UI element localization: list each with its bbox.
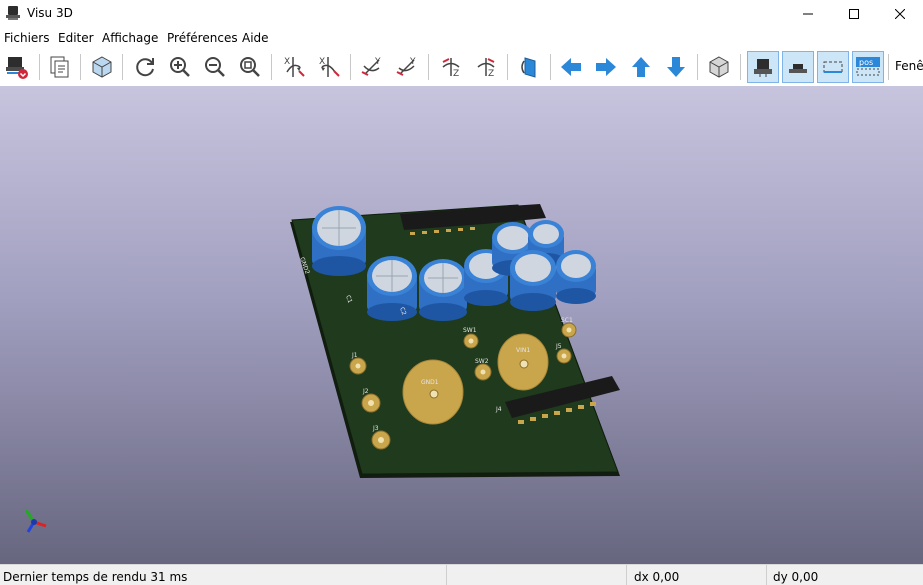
rotate-z-ccw-button[interactable]: Z	[470, 51, 502, 83]
show-smd-icon	[789, 64, 807, 73]
svg-text:X: X	[319, 57, 325, 67]
silk-j1: J1	[351, 352, 358, 359]
dy-status: dy 0,00	[773, 570, 819, 584]
pan-right-button[interactable]	[590, 51, 622, 83]
dx-status: dx 0,00	[634, 570, 680, 584]
copy-image-button[interactable]	[44, 51, 76, 83]
rotate-z-cw-button[interactable]: Z	[435, 51, 467, 83]
silk-gnd1: GND1	[421, 379, 439, 386]
pan-left-button[interactable]	[555, 51, 587, 83]
pcb-3d-render: J1 J2 J3 J4 GND1 VIN1 SW1 SW2 SC1 GND2 C…	[24, 204, 620, 533]
close-button[interactable]	[877, 0, 923, 28]
zoom-out-icon	[205, 57, 225, 77]
silk-sw2: SW2	[475, 358, 489, 365]
axis-gizmo	[24, 509, 47, 533]
svg-text:pos: pos	[859, 58, 873, 67]
silk-vin1: VIN1	[516, 347, 530, 354]
capacitor-c7	[510, 250, 556, 311]
rotate-y-cw-icon: Y	[361, 57, 381, 76]
svg-text:Y: Y	[374, 57, 381, 67]
svg-text:Y: Y	[409, 57, 416, 67]
raytracing-icon	[92, 56, 112, 78]
svg-text:Z: Z	[453, 69, 459, 79]
show-tht-icon	[754, 59, 772, 77]
rotate-x-ccw-button[interactable]: X	[313, 51, 345, 83]
rotate-y-cw-button[interactable]: Y	[356, 51, 388, 83]
show-virtual-button[interactable]	[817, 51, 849, 83]
maximize-button[interactable]	[831, 0, 877, 28]
show-pos-icon: pos	[856, 57, 880, 76]
status-bar: Dernier temps de rendu 31 ms dx 0,00 dy …	[0, 564, 923, 585]
pan-down-icon	[667, 57, 685, 77]
svg-text:Z: Z	[488, 69, 494, 79]
refresh-button[interactable]	[129, 51, 161, 83]
rotate-x-ccw-icon: X	[319, 57, 340, 77]
window-toolbar-label[interactable]: Fenêt	[895, 59, 923, 73]
show-smd-button[interactable]	[782, 51, 814, 83]
show-virtual-icon	[823, 61, 843, 73]
zoom-fit-button[interactable]	[234, 51, 266, 83]
toolbar: X X Y Y Z Z pos Fenê	[0, 48, 923, 87]
rotate-y-ccw-button[interactable]: Y	[391, 51, 423, 83]
zoom-fit-icon	[240, 57, 260, 77]
capacitor-c1	[312, 206, 366, 276]
pan-right-icon	[596, 58, 616, 76]
3d-viewport[interactable]: J1 J2 J3 J4 GND1 VIN1 SW1 SW2 SC1 GND2 C…	[0, 86, 923, 564]
silk-j3: J3	[372, 425, 379, 432]
orthographic-button[interactable]	[703, 51, 735, 83]
show-tht-button[interactable]	[747, 51, 779, 83]
render-time-status: Dernier temps de rendu 31 ms	[3, 570, 188, 584]
app-icon	[6, 6, 20, 20]
pan-up-button[interactable]	[625, 51, 657, 83]
menu-editer[interactable]: Editer	[58, 31, 94, 45]
zoom-in-icon	[170, 57, 190, 77]
menu-fichiers[interactable]: Fichiers	[4, 31, 49, 45]
minimize-button[interactable]	[785, 0, 831, 28]
menu-bar: Fichiers Editer Affichage Préférences Ai…	[0, 28, 923, 48]
silk-j2: J2	[362, 388, 369, 395]
pan-up-icon	[632, 57, 650, 77]
svg-text:X: X	[284, 57, 290, 67]
pad-vin1	[497, 333, 549, 391]
flip-board-button[interactable]	[513, 51, 545, 83]
capacitor-c2	[367, 256, 417, 321]
rotate-z-cw-icon: Z	[442, 58, 460, 79]
rotate-x-cw-button[interactable]: X	[278, 51, 310, 83]
show-pos-button[interactable]: pos	[852, 51, 884, 83]
title-bar: Visu 3D	[0, 0, 923, 28]
flip-board-icon	[521, 57, 536, 78]
refresh-icon	[136, 58, 154, 77]
pad-gnd1	[402, 359, 464, 425]
capacitor-c8	[556, 250, 596, 304]
silk-j5: J5	[555, 343, 562, 350]
menu-affichage[interactable]: Affichage	[102, 31, 158, 45]
pan-down-button[interactable]	[660, 51, 692, 83]
capacitor-c3	[419, 259, 467, 321]
reload-board-icon	[6, 57, 28, 79]
window-title: Visu 3D	[27, 6, 73, 20]
menu-aide[interactable]: Aide	[242, 31, 269, 45]
silk-sc1: SC1	[561, 317, 573, 324]
raytracing-button[interactable]	[86, 51, 118, 83]
zoom-out-button[interactable]	[199, 51, 231, 83]
rotate-z-ccw-icon: Z	[477, 58, 495, 79]
zoom-in-button[interactable]	[164, 51, 196, 83]
pan-left-icon	[561, 58, 581, 76]
rotate-y-ccw-icon: Y	[396, 57, 416, 76]
menu-preferences[interactable]: Préférences	[167, 31, 238, 45]
copy-image-icon	[50, 56, 69, 78]
silk-j4: J4	[495, 406, 502, 413]
orthographic-icon	[709, 56, 729, 78]
reload-board-button[interactable]	[1, 51, 33, 83]
silk-sw1: SW1	[463, 327, 477, 334]
rotate-x-cw-icon: X	[284, 57, 305, 77]
